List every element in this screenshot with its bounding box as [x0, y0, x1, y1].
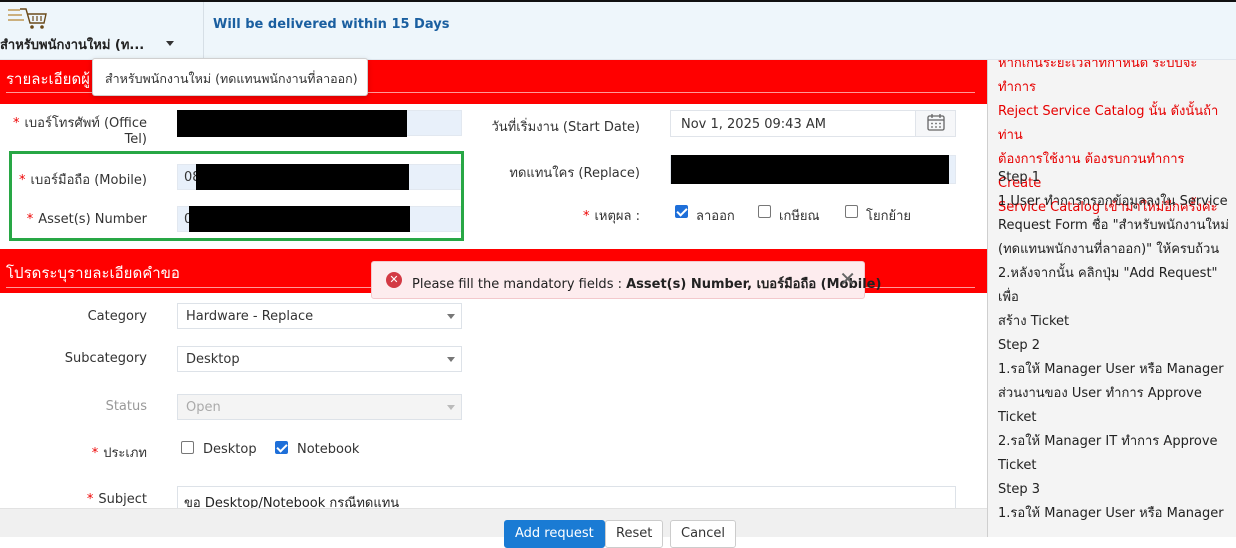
step2-body: 1.รอให้ Manager User หรือ Manager ส่วนงา…: [998, 362, 1224, 473]
replace-label: ทดแทนใคร (Replace): [509, 166, 640, 181]
reason-transfer-checkbox[interactable]: [845, 205, 858, 218]
instructions-sidebar: หากเกินระยะเวลาที่กำหนด ระบบจะทำการ Reje…: [988, 60, 1236, 537]
type-label: * ประเภท: [91, 446, 147, 461]
tooltip-text: สำหรับพนักงานใหม่ (ทดแทนพนักงานที่ลาออก): [105, 71, 358, 86]
start-date-label: วันที่เริ่มงาน (Start Date): [491, 120, 640, 135]
chevron-down-icon: [447, 405, 455, 410]
type-notebook-checkbox[interactable]: [275, 441, 288, 454]
header-divider: [203, 2, 204, 58]
step3-title: Step 3: [998, 482, 1041, 497]
step1-body: 1.User ทำการกรอกข้อมูลลงใน Service Reque…: [998, 194, 1229, 329]
reason-transfer-label: โยกย้าย: [866, 209, 912, 224]
status-label: Status: [105, 399, 147, 414]
chevron-down-icon: [447, 357, 455, 362]
category-value: Hardware - Replace: [186, 309, 314, 324]
reason-retire-checkbox[interactable]: [758, 205, 771, 218]
cancel-button[interactable]: Cancel: [670, 520, 737, 548]
catalog-tooltip: สำหรับพนักงานใหม่ (ทดแทนพนักงานที่ลาออก): [92, 58, 368, 96]
cart-logo-icon: [6, 6, 48, 30]
form-footer: Add request Reset Cancel: [0, 508, 987, 548]
subcategory-value: Desktop: [186, 352, 240, 367]
warning-line: Reject Service Catalog นั้น ดังนั้นถ้าท่…: [998, 104, 1219, 143]
reason-resign-label: ลาออก: [696, 209, 735, 224]
start-date-value: Nov 1, 2025 09:43 AM: [681, 117, 826, 132]
subject-value: ขอ Desktop/Notebook กรณีทดแทน: [184, 496, 400, 508]
type-notebook-label: Notebook: [297, 442, 360, 457]
error-message: Please fill the mandatory fields : Asset…: [412, 277, 882, 292]
subject-input[interactable]: ขอ Desktop/Notebook กรณีทดแทน: [177, 486, 956, 508]
start-date-field[interactable]: Nov 1, 2025 09:43 AM: [670, 110, 956, 137]
reason-label: * เหตุผล :: [582, 209, 640, 224]
type-desktop-checkbox[interactable]: [181, 441, 194, 454]
section-title: โปรดระบุรายละเอียดคำขอ: [6, 264, 180, 282]
subcategory-select[interactable]: Desktop: [177, 346, 462, 372]
close-icon[interactable]: ✕: [839, 269, 856, 289]
catalog-selector[interactable]: สำหรับพนักงานใหม่ (ท...: [0, 32, 180, 54]
reset-button[interactable]: Reset: [605, 520, 664, 548]
step2-title: Step 2: [998, 338, 1041, 353]
office-tel-label: * เบอร์โทรศัพท์ (Office Tel): [12, 116, 147, 147]
step1-title: Step 1: [998, 170, 1041, 185]
reason-resign-checkbox[interactable]: [675, 205, 688, 218]
subject-label: * Subject: [86, 492, 147, 507]
error-toast: ✕ Please fill the mandatory fields : Ass…: [371, 261, 881, 299]
chevron-down-icon: [447, 314, 455, 319]
catalog-header: สำหรับพนักงานใหม่ (ท... Will be delivere…: [0, 2, 1236, 60]
chevron-down-icon: [166, 41, 174, 46]
subcategory-label: Subcategory: [64, 351, 147, 366]
warning-line: หากเกินระยะเวลาที่กำหนด ระบบจะทำการ: [998, 60, 1198, 95]
highlight-box: [9, 151, 464, 241]
step3-body: 1.รอให้ Manager User หรือ Manager: [998, 506, 1224, 521]
redacted-block: [177, 110, 407, 137]
redacted-block: [671, 155, 949, 184]
calendar-icon[interactable]: [915, 111, 955, 136]
section-title: รายละเอียดผู้: [6, 70, 90, 88]
reason-retire-label: เกษียณ: [779, 209, 820, 224]
type-desktop-label: Desktop: [203, 442, 257, 457]
category-select[interactable]: Hardware - Replace: [177, 303, 462, 329]
status-value: Open: [186, 400, 221, 415]
category-label: Category: [87, 309, 147, 324]
catalog-selector-label: สำหรับพนักงานใหม่ (ท...: [0, 38, 145, 53]
delivery-text: Will be delivered within 15 Days: [213, 17, 450, 32]
add-request-button[interactable]: Add request: [504, 520, 605, 548]
status-select: Open: [177, 394, 462, 420]
error-icon: ✕: [386, 272, 402, 288]
